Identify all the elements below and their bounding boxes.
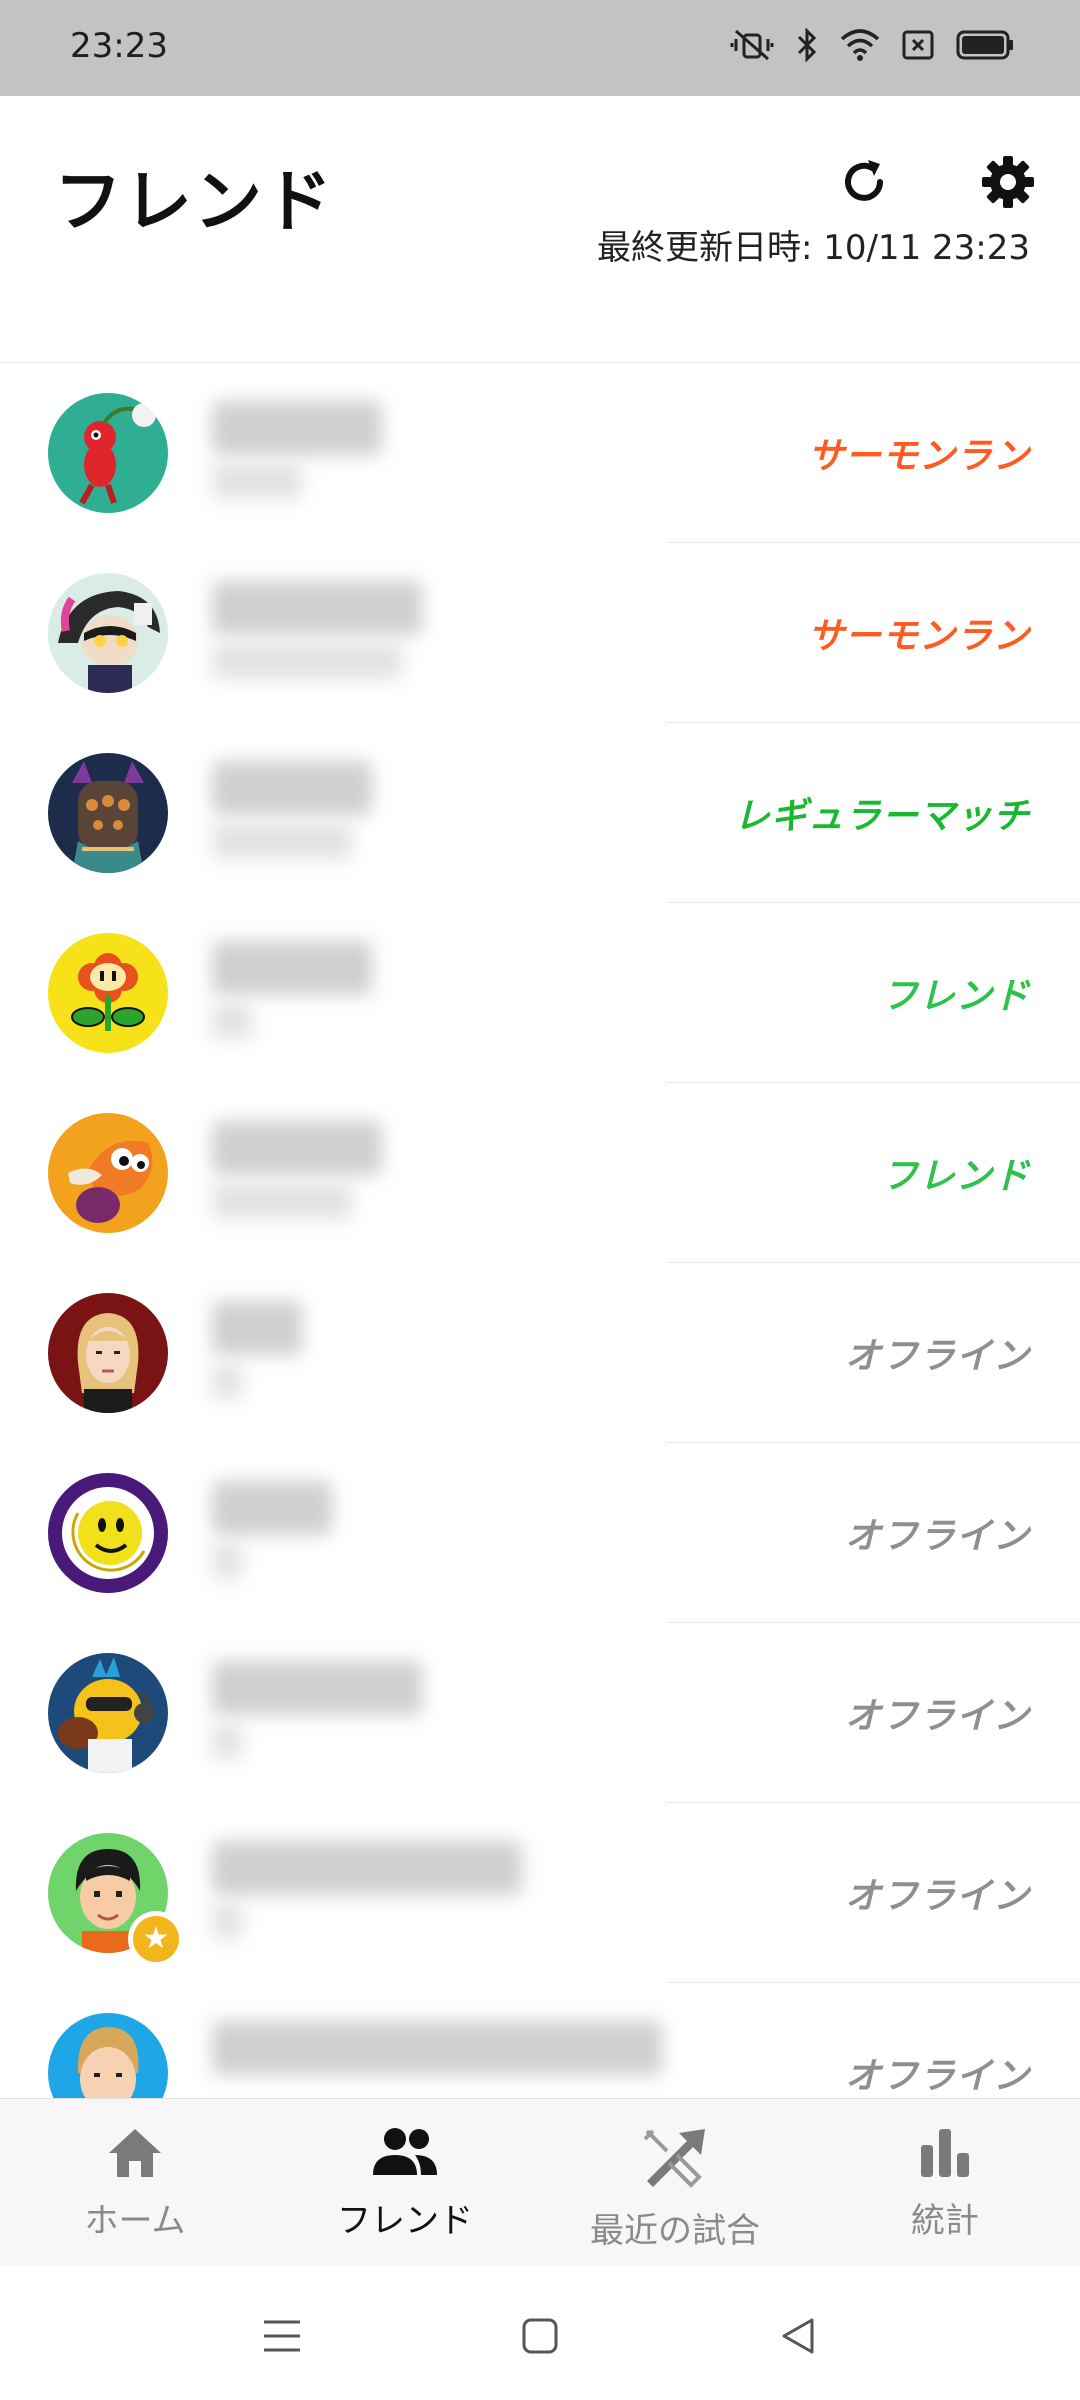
friend-row[interactable]: オフライン [0, 1443, 1080, 1623]
refresh-icon [836, 154, 892, 214]
avatar [48, 933, 168, 1053]
avatar [48, 1653, 168, 1773]
friend-name-redacted [212, 941, 372, 995]
friend-subtext-redacted [212, 1543, 242, 1579]
avatar [48, 1293, 168, 1413]
avatar [48, 1473, 168, 1593]
sim-off-icon [902, 30, 934, 60]
friend-status: フレンド [881, 976, 1030, 1017]
app-header: フレンド [0, 96, 1080, 336]
friend-status: サーモンラン [807, 616, 1030, 657]
friend-row[interactable]: サーモンラン [0, 363, 1080, 543]
avatar [48, 1113, 168, 1233]
friend-row[interactable]: フレンド [0, 1083, 1080, 1263]
status-bar: 23:23 [0, 0, 1080, 96]
refresh-button[interactable] [828, 148, 900, 220]
friend-name-redacted [212, 401, 382, 455]
friend-subtext-redacted [212, 1003, 252, 1039]
friend-name-redacted [212, 761, 372, 815]
friend-name-redacted [212, 1481, 332, 1535]
friend-subtext-redacted [212, 463, 302, 499]
gear-icon [978, 152, 1038, 216]
friend-row[interactable]: オフライン [0, 1263, 1080, 1443]
friend-status: オフライン [844, 1516, 1030, 1557]
system-nav-bar [0, 2266, 1080, 2400]
bottom-tab-bar: ホーム フレンド 最近の試合 統計 [0, 2098, 1080, 2267]
friend-subtext-redacted [212, 823, 352, 859]
friend-row[interactable]: ★ オフライン [0, 1803, 1080, 1983]
friend-row[interactable]: レギュラーマッチ [0, 723, 1080, 903]
friend-subtext-redacted [212, 1363, 242, 1399]
recent-apps-button[interactable] [252, 2308, 312, 2368]
stats-icon [915, 2125, 975, 2183]
friend-row[interactable]: サーモンラン [0, 543, 1080, 723]
favorite-badge: ★ [128, 1911, 184, 1967]
friend-name-redacted [212, 1661, 422, 1715]
status-icons [730, 28, 1014, 62]
page-title: フレンド [54, 163, 335, 242]
friend-subtext-redacted [212, 1903, 242, 1939]
tab-stats[interactable]: 統計 [810, 2099, 1080, 2267]
battle-icon [639, 2125, 711, 2193]
friend-subtext-redacted [212, 1723, 242, 1759]
avatar [48, 393, 168, 513]
tab-stats-label: 統計 [911, 2201, 979, 2241]
home-icon [105, 2125, 165, 2183]
friend-row[interactable]: オフライン [0, 1983, 1080, 2098]
back-icon [778, 2316, 818, 2360]
friend-row[interactable]: オフライン [0, 1623, 1080, 1803]
friend-status: フレンド [881, 1156, 1030, 1197]
tab-home[interactable]: ホーム [0, 2099, 270, 2267]
friend-name-redacted [212, 1121, 382, 1175]
tab-home-label: ホーム [84, 2201, 186, 2241]
avatar [48, 2013, 168, 2098]
friend-status: オフライン [844, 2056, 1030, 2097]
friend-list[interactable]: サーモンラン サーモンラン レギュラーマッチ フレンド フレンド オフライン オ… [0, 363, 1080, 2098]
friend-status: オフライン [844, 1696, 1030, 1737]
tab-recent-battles[interactable]: 最近の試合 [540, 2099, 810, 2267]
friend-name-redacted [212, 581, 422, 635]
settings-button[interactable] [972, 148, 1044, 220]
friends-icon [369, 2125, 441, 2183]
battery-icon [956, 30, 1014, 60]
vibrate-off-icon [730, 29, 774, 61]
friend-status: オフライン [844, 1336, 1030, 1377]
avatar [48, 753, 168, 873]
friend-name-redacted [212, 2021, 662, 2075]
back-button[interactable] [768, 2308, 828, 2368]
bluetooth-icon [796, 28, 818, 62]
status-time: 23:23 [70, 26, 168, 66]
menu-icon [262, 2318, 302, 2358]
tab-friends-label: フレンド [337, 2201, 473, 2241]
friend-status: レギュラーマッチ [733, 796, 1030, 837]
tab-recent-battles-label: 最近の試合 [590, 2211, 760, 2251]
star-icon: ★ [133, 1916, 179, 1962]
friend-row[interactable]: フレンド [0, 903, 1080, 1083]
home-button[interactable] [510, 2308, 570, 2368]
wifi-icon [840, 29, 880, 61]
friend-name-redacted [212, 1841, 522, 1895]
last-updated-text: 最終更新日時: 10/11 23:23 [596, 228, 1030, 268]
friend-subtext-redacted [212, 1183, 352, 1219]
friend-status: オフライン [844, 1876, 1030, 1917]
tab-friends[interactable]: フレンド [270, 2099, 540, 2267]
friend-status: サーモンラン [807, 436, 1030, 477]
friend-name-redacted [212, 1301, 302, 1355]
avatar [48, 573, 168, 693]
home-square-icon [521, 2317, 559, 2359]
friend-subtext-redacted [212, 643, 402, 679]
